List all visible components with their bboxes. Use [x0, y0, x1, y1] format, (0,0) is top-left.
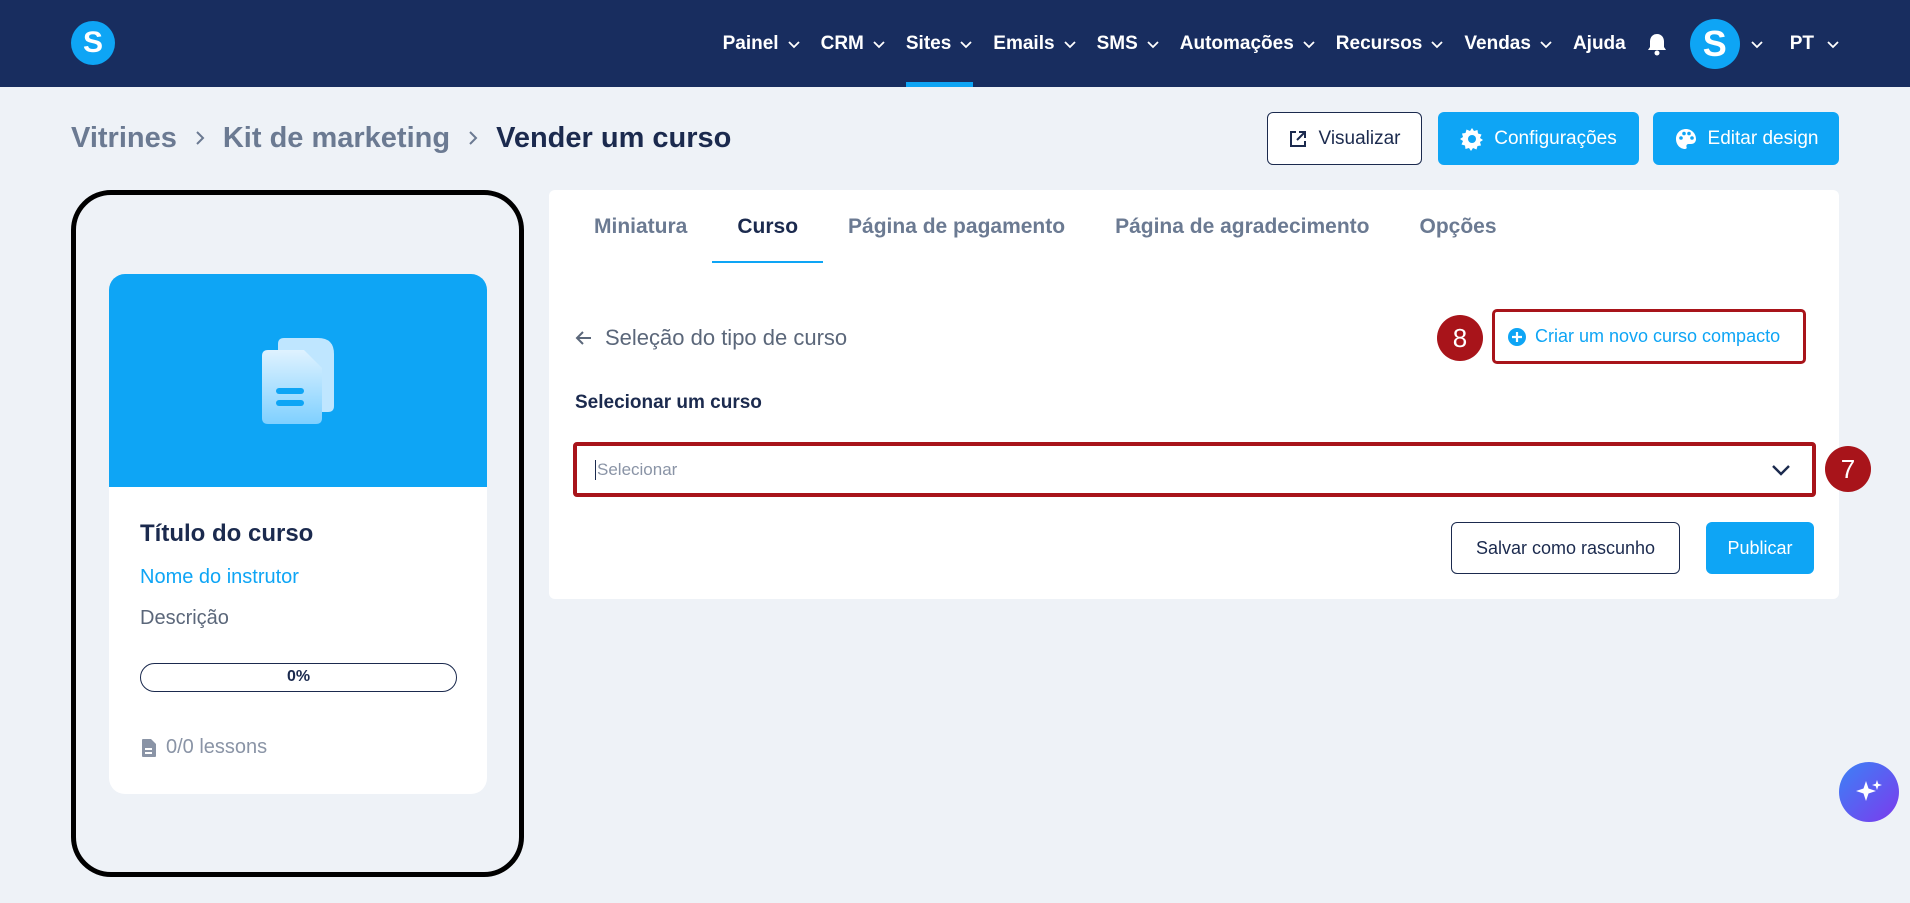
course-select-placeholder: Selecionar [597, 459, 678, 479]
chevron-down-icon [960, 40, 972, 48]
preview-button-label: Visualizar [1318, 127, 1401, 149]
chevron-down-icon [1827, 40, 1839, 48]
tab-miniatura[interactable]: Miniatura [569, 190, 712, 263]
documents-icon [262, 337, 334, 424]
course-progress-bar: 0% [140, 663, 457, 692]
top-navbar: S Painel CRM Sites Emails SMS Automações… [0, 0, 1910, 87]
step-marker-7: 7 [1825, 446, 1871, 492]
nav-item-label: SMS [1096, 32, 1138, 54]
ai-assistant-button[interactable] [1839, 762, 1899, 822]
nav-item-label: Vendas [1464, 32, 1531, 54]
chevron-down-icon [873, 40, 885, 48]
breadcrumb-vitrines[interactable]: Vitrines [71, 122, 177, 155]
course-thumbnail [109, 274, 487, 487]
breadcrumb-kit-de-marketing[interactable]: Kit de marketing [223, 122, 450, 155]
arrow-left-icon [575, 331, 591, 345]
nav-item-vendas[interactable]: Vendas [1464, 0, 1553, 87]
page-title: Vender um curso [496, 121, 732, 154]
chevron-down-icon [1431, 40, 1444, 48]
nav-item-ajuda[interactable]: Ajuda [1573, 0, 1626, 87]
nav-item-recursos[interactable]: Recursos [1336, 0, 1445, 87]
app-logo[interactable]: S [71, 21, 115, 65]
nav-item-painel[interactable]: Painel [723, 0, 801, 87]
course-settings-panel: Miniatura Curso Página de pagamento Pági… [549, 190, 1839, 599]
tab-pagina-de-pagamento[interactable]: Página de pagamento [823, 190, 1090, 263]
nav-item-label: Automações [1179, 32, 1294, 54]
select-course-label: Selecionar um curso [575, 392, 762, 413]
nav-item-crm[interactable]: CRM [821, 0, 886, 87]
lessons-count: 0/0 lessons [140, 736, 267, 759]
tab-curso[interactable]: Curso [712, 190, 823, 263]
main-nav: Painel CRM Sites Emails SMS Automações R… [723, 0, 1840, 87]
external-link-icon [1290, 130, 1307, 147]
course-description: Descrição [140, 607, 229, 629]
settings-button[interactable]: Configurações [1438, 112, 1639, 165]
language-selector[interactable]: PT [1790, 33, 1840, 55]
back-link-label: Seleção do tipo de curso [605, 325, 848, 350]
chevron-down-icon [1303, 40, 1315, 48]
chevron-down-icon[interactable] [1750, 37, 1764, 51]
course-title: Título do curso [140, 520, 314, 547]
back-to-course-type-link[interactable]: Seleção do tipo de curso [575, 325, 847, 351]
notifications-button[interactable] [1646, 32, 1668, 56]
publish-button[interactable]: Publicar [1706, 522, 1814, 574]
bell-icon [1647, 33, 1666, 55]
gear-icon [1460, 127, 1484, 151]
nav-item-sms[interactable]: SMS [1097, 0, 1160, 87]
course-select[interactable]: Selecionar [573, 442, 1816, 497]
tab-opcoes[interactable]: Opções [1395, 190, 1522, 263]
sparkles-icon [1856, 780, 1882, 801]
create-compact-course-link[interactable]: Criar um novo curso compacto [1492, 309, 1806, 364]
breadcrumb: Vitrines Kit de marketing Vender um curs… [71, 118, 731, 158]
avatar[interactable]: S [1689, 18, 1740, 69]
nav-item-label: Emails [993, 32, 1055, 54]
tab-pagina-de-agradecimento[interactable]: Página de agradecimento [1090, 190, 1394, 263]
chevron-down-icon [1540, 40, 1552, 48]
chevron-right-icon [469, 131, 478, 145]
nav-item-emails[interactable]: Emails [993, 0, 1076, 87]
plus-circle-icon [1508, 327, 1526, 346]
edit-design-button[interactable]: Editar design [1653, 112, 1839, 165]
nav-item-label: CRM [820, 32, 864, 54]
chevron-right-icon [196, 131, 205, 145]
chevron-down-icon [1772, 465, 1790, 476]
course-preview-card: Título do curso Nome do instrutor Descri… [109, 274, 487, 794]
document-icon [142, 738, 156, 757]
nav-item-automacoes[interactable]: Automações [1180, 0, 1316, 87]
tab-bar: Miniatura Curso Página de pagamento Pági… [569, 190, 1522, 263]
nav-item-sites[interactable]: Sites [905, 0, 974, 87]
preview-button[interactable]: Visualizar [1267, 112, 1422, 165]
palette-icon [1675, 128, 1696, 149]
nav-item-label: Recursos [1335, 32, 1423, 54]
lessons-count-label: 0/0 lessons [166, 736, 268, 758]
course-instructor: Nome do instrutor [140, 566, 299, 588]
nav-item-label: Sites [905, 32, 952, 54]
step-marker-8: 8 [1437, 315, 1483, 361]
language-label: PT [1789, 32, 1814, 54]
chevron-down-icon [1063, 40, 1076, 48]
chevron-down-icon [787, 40, 800, 48]
text-cursor [595, 459, 596, 480]
create-link-label: Criar um novo curso compacto [1535, 326, 1781, 346]
nav-item-label: Ajuda [1572, 32, 1626, 54]
nav-item-label: Painel [722, 32, 779, 54]
chevron-down-icon [1147, 40, 1159, 48]
settings-button-label: Configurações [1494, 127, 1617, 149]
edit-design-button-label: Editar design [1707, 127, 1819, 149]
save-draft-button[interactable]: Salvar como rascunho [1451, 522, 1680, 574]
